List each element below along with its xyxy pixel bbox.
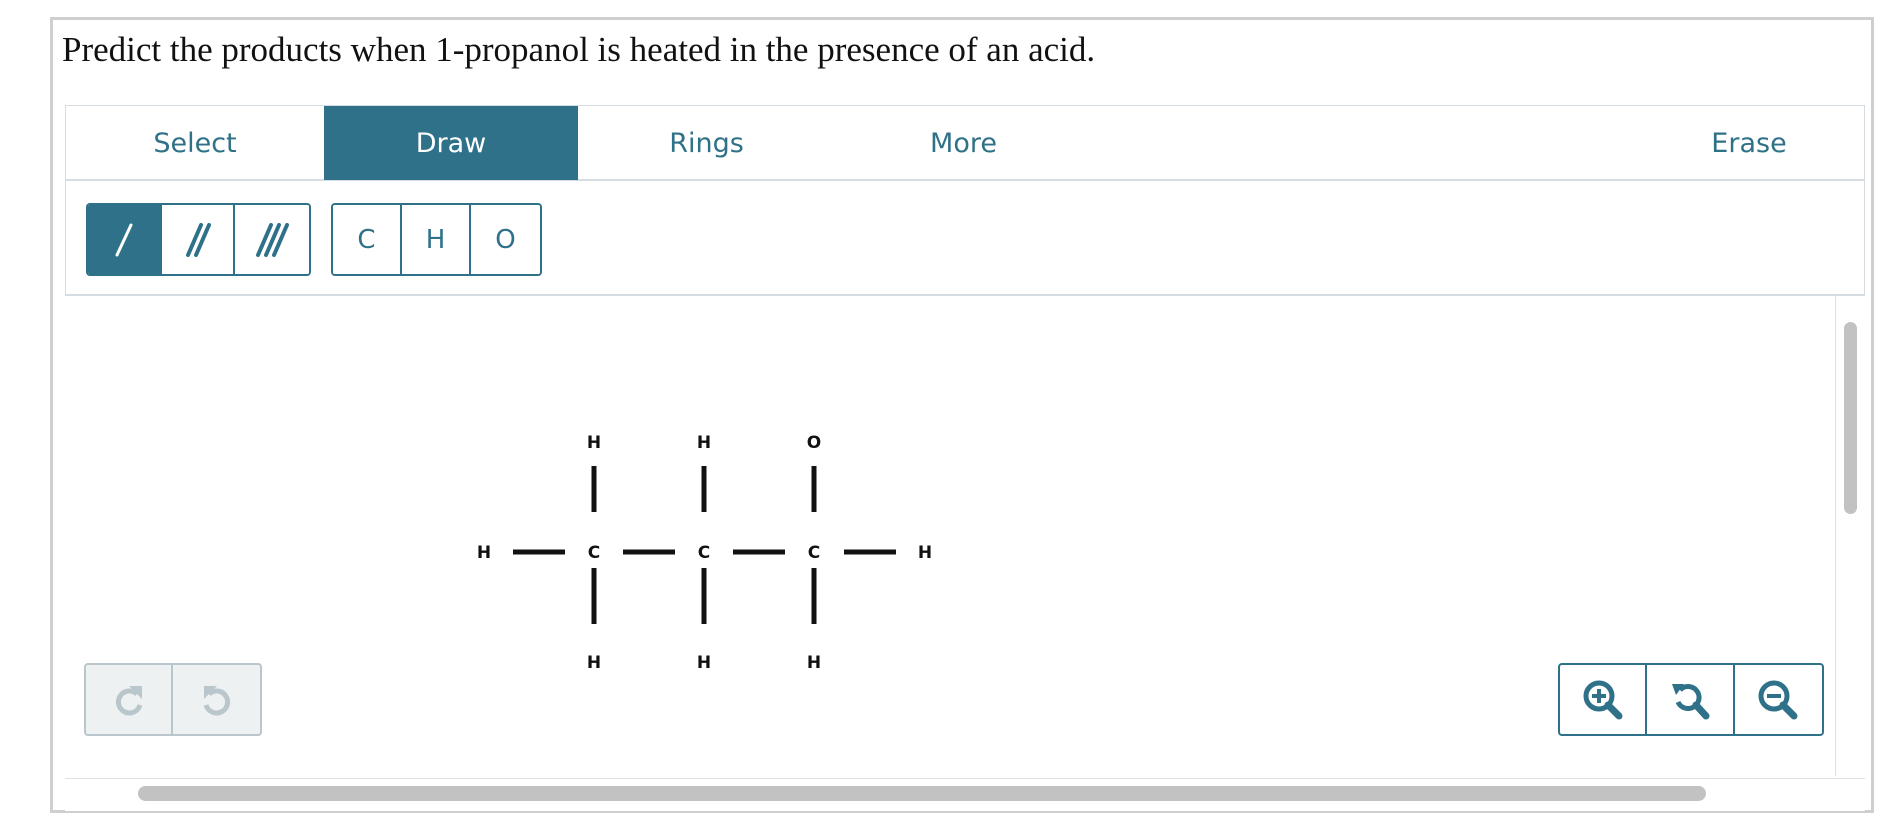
double-bond-button[interactable]	[161, 205, 236, 274]
atom-h-left: H	[477, 543, 491, 563]
atom-h-bottom-1: H	[587, 653, 601, 673]
double-bond-icon	[185, 222, 211, 257]
atom-h-top-1: H	[587, 433, 601, 453]
undo-icon	[203, 685, 230, 715]
single-bond-button[interactable]	[88, 205, 162, 274]
redo-button[interactable]	[86, 665, 174, 734]
zoom-out-button[interactable]	[1735, 665, 1822, 734]
atom-o-button[interactable]: O	[471, 205, 540, 274]
single-bond-icon	[115, 223, 133, 256]
atom-h-top-2: H	[697, 433, 711, 453]
atom-o-top: O	[807, 433, 821, 453]
triple-bond-icon	[256, 222, 290, 257]
zoom-in-icon	[1583, 680, 1623, 719]
zoom-in-button[interactable]	[1560, 665, 1648, 734]
atom-c3: C	[808, 543, 820, 563]
atom-h-button[interactable]: H	[402, 205, 472, 274]
triple-bond-button[interactable]	[235, 205, 309, 274]
atom-button-group: C H O	[331, 203, 542, 276]
bond-button-group	[86, 203, 311, 276]
horizontal-scrollbar-thumb[interactable]	[138, 786, 1706, 801]
atom-c-button[interactable]: C	[333, 205, 403, 274]
draw-toolbar: C H O	[65, 181, 1865, 296]
question-text: Predict the products when 1-propanol is …	[62, 30, 1096, 69]
tab-draw[interactable]: Draw	[324, 106, 578, 180]
zoom-button-group	[1558, 663, 1824, 736]
atom-c1: C	[588, 543, 600, 563]
zoom-reset-button[interactable]	[1647, 665, 1735, 734]
atom-h-right: H	[918, 543, 932, 563]
undo-button[interactable]	[173, 665, 260, 734]
tab-rings[interactable]: Rings	[578, 106, 835, 180]
history-button-group	[84, 663, 262, 736]
tab-erase[interactable]: Erase	[1634, 106, 1864, 180]
redo-icon	[115, 685, 142, 715]
tab-more[interactable]: More	[835, 106, 1092, 180]
zoom-out-icon	[1758, 680, 1798, 719]
tab-select[interactable]: Select	[66, 106, 324, 180]
atom-c2: C	[698, 543, 710, 563]
atom-h-bottom-3: H	[807, 653, 821, 673]
atom-h-bottom-2: H	[697, 653, 711, 673]
editor-tab-bar: Select Draw Rings More Erase	[65, 105, 1865, 181]
vertical-scrollbar-thumb[interactable]	[1844, 322, 1857, 514]
zoom-reset-icon	[1672, 683, 1710, 719]
